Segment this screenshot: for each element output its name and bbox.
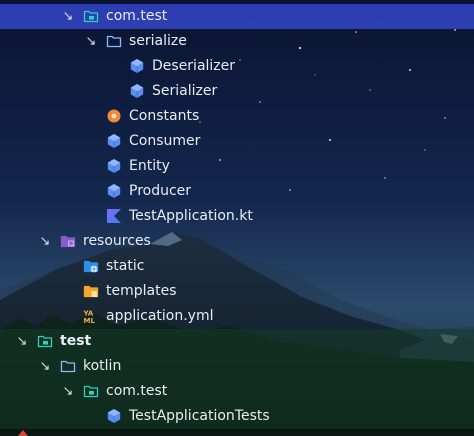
expand-arrow-icon[interactable]: ↘ <box>84 29 98 54</box>
tree-row-label: Deserializer <box>152 58 236 74</box>
tree-row-label: test <box>60 333 92 349</box>
tree-row-label: resources <box>83 233 151 249</box>
tree-row-object-constants[interactable]: Constants <box>0 104 474 129</box>
tree-row-folder-resources[interactable]: ↘ resources <box>0 229 474 254</box>
svg-text:ML: ML <box>84 317 96 324</box>
kotlin-file-icon <box>106 208 122 224</box>
kotlin-class-icon <box>106 158 122 174</box>
tree-row-label: Serializer <box>152 83 218 99</box>
tree-row-label: Entity <box>129 158 170 174</box>
kotlin-object-icon <box>106 108 122 124</box>
kotlin-class-icon <box>129 58 145 74</box>
tree-row-label: templates <box>106 283 177 299</box>
package-folder-icon <box>83 8 99 24</box>
tree-row-folder-serialize[interactable]: ↘ serialize <box>0 29 474 54</box>
kotlin-class-icon <box>129 83 145 99</box>
project-tree: ↘ com.test ↘ serialize Deserializer Serialize… <box>0 4 474 429</box>
templates-folder-icon <box>83 283 99 299</box>
tree-row-package-com-test-tests[interactable]: ↘ com.test <box>0 379 474 404</box>
tree-row-folder-test[interactable]: ↘ test <box>0 329 474 354</box>
kotlin-class-icon <box>106 408 122 424</box>
tree-row-label: serialize <box>129 33 187 49</box>
web-folder-icon <box>83 258 99 274</box>
resources-folder-icon <box>60 233 76 249</box>
expand-arrow-icon[interactable]: ↘ <box>15 329 29 354</box>
tree-row-package-com-test[interactable]: ↘ com.test <box>0 4 474 29</box>
tree-row-class-deserializer[interactable]: Deserializer <box>0 54 474 79</box>
kotlin-class-icon <box>106 183 122 199</box>
tree-row-class-entity[interactable]: Entity <box>0 154 474 179</box>
tree-row-label: application.yml <box>106 308 214 324</box>
tree-row-folder-static[interactable]: static <box>0 254 474 279</box>
tree-row-label: Producer <box>129 183 192 199</box>
expand-arrow-icon[interactable]: ↘ <box>61 379 75 404</box>
expand-arrow-icon[interactable]: ↘ <box>38 229 52 254</box>
folder-icon <box>60 358 76 374</box>
tree-row-label: Consumer <box>129 133 201 149</box>
package-folder-icon <box>83 383 99 399</box>
tree-row-class-testapplicationtests[interactable]: TestApplicationTests <box>0 404 474 429</box>
expand-arrow-icon[interactable]: ↘ <box>38 354 52 379</box>
tree-row-file-application-yml[interactable]: YA ML application.yml <box>0 304 474 329</box>
tree-row-label: TestApplicationTests <box>129 408 270 424</box>
tree-row-label: Constants <box>129 108 200 124</box>
tree-row-label: TestApplication.kt <box>129 208 253 224</box>
partial-error-icon <box>18 430 28 436</box>
kotlin-class-icon <box>106 133 122 149</box>
tree-row-label: com.test <box>106 8 168 24</box>
yaml-file-icon: YA ML <box>83 308 99 324</box>
tree-row-label: static <box>106 258 145 274</box>
tree-row-folder-templates[interactable]: templates <box>0 279 474 304</box>
tree-row-label: com.test <box>106 383 168 399</box>
tree-row-label: kotlin <box>83 358 122 374</box>
tree-row-class-serializer[interactable]: Serializer <box>0 79 474 104</box>
tree-row-class-producer[interactable]: Producer <box>0 179 474 204</box>
tree-row-folder-kotlin[interactable]: ↘ kotlin <box>0 354 474 379</box>
folder-icon <box>106 33 122 49</box>
expand-arrow-icon[interactable]: ↘ <box>61 4 75 29</box>
tree-row-file-testapplication-kt[interactable]: TestApplication.kt <box>0 204 474 229</box>
test-folder-icon <box>37 333 53 349</box>
tree-row-class-consumer[interactable]: Consumer <box>0 129 474 154</box>
